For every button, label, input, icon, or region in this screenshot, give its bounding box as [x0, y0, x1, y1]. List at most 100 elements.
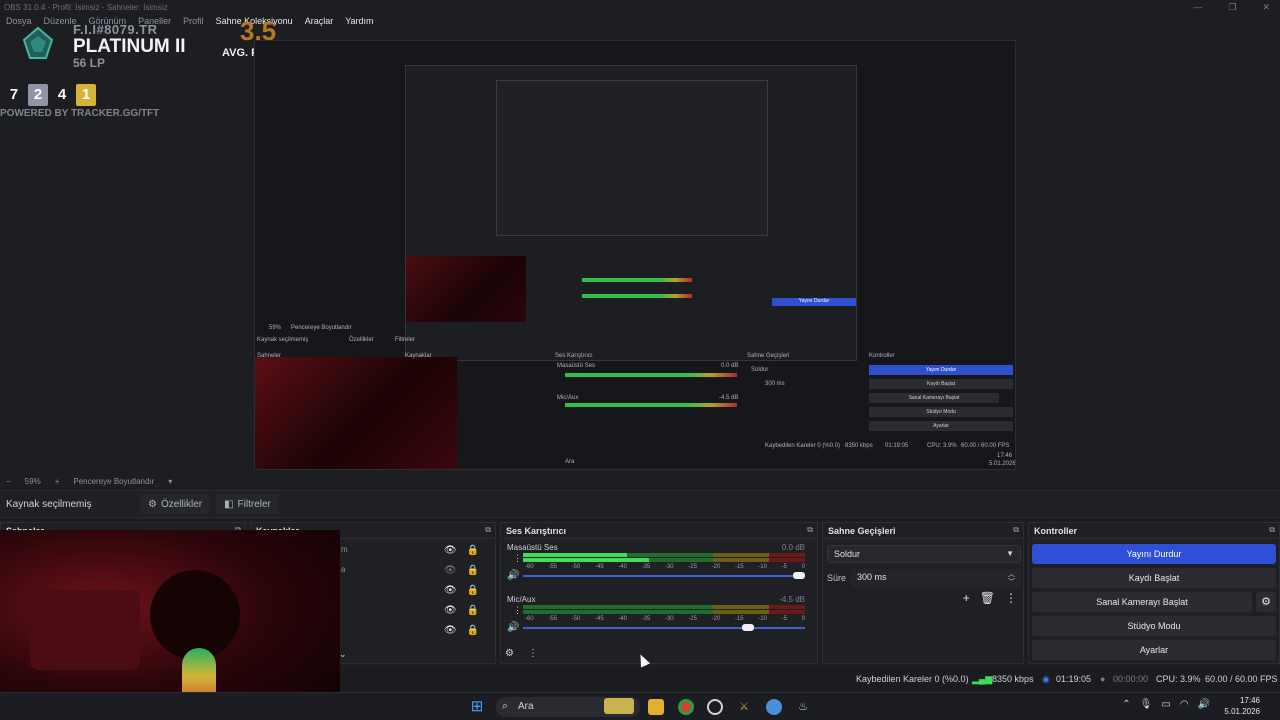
virtual-camera-settings-gear-icon[interactable]: ⚙	[1256, 592, 1276, 612]
minimize-icon[interactable]: —	[1193, 2, 1202, 13]
preview-duration-label: 300 ms	[765, 381, 785, 387]
scale-tick: -60	[525, 616, 534, 622]
microphone-icon[interactable]: 🎙	[1140, 699, 1153, 710]
advanced-audio-icon[interactable]: ⚙	[505, 648, 514, 659]
channel-menu-icon[interactable]: ⋮	[513, 553, 522, 564]
fit-to-window[interactable]: Pencereye Boyutlandır	[73, 477, 154, 486]
scale-tick: -10	[758, 616, 767, 622]
undock-icon[interactable]: ⧉	[1013, 525, 1019, 535]
preview-canvas[interactable]: Yayını Durdur Kaynak seçilmemiş Özellikl…	[254, 40, 1016, 470]
discord-app-icon[interactable]	[766, 699, 782, 715]
taskbar-search[interactable]: ⌕ Ara	[496, 697, 640, 717]
lock-icon[interactable]: 🔒	[467, 585, 479, 596]
properties-button[interactable]: ⚙ Özellikler	[140, 494, 211, 514]
wifi-icon[interactable]: ◠	[1180, 699, 1189, 710]
powered-by-text: POWERED BY TRACKER.GG/TFT	[0, 108, 160, 119]
preview-clock-time: 17:46	[997, 453, 1013, 459]
source-row-controls: 👁 🔒	[444, 605, 479, 616]
preview-record-button: Kaydı Başlat	[869, 379, 1013, 389]
mixer-channel-desktop: Masaüstü Ses 0.0 dB ⋮ -60 -55 -50 -45 -40 -35…	[507, 543, 811, 591]
preview-status-bitrate: 8350 kbps	[845, 443, 873, 449]
windows-start-icon[interactable]: ⊞	[469, 699, 485, 715]
settings-button[interactable]: Ayarlar	[1032, 640, 1276, 660]
preview-filters-label: Filtreler	[395, 337, 416, 343]
trash-icon[interactable]: 🗑	[980, 591, 995, 605]
volume-slider[interactable]	[523, 627, 805, 629]
scale-tick: 0	[801, 564, 805, 570]
meter-green-active	[523, 558, 649, 562]
search-highlight-icon	[604, 698, 634, 714]
lock-icon[interactable]: 🔒	[467, 625, 479, 636]
scale-tick: -15	[734, 564, 744, 570]
start-recording-button[interactable]: Kaydı Başlat	[1032, 568, 1276, 588]
scale-tick: -35	[641, 616, 651, 622]
eye-icon[interactable]: 👁	[444, 625, 457, 636]
mixer-menu-icon[interactable]: ⋮	[528, 648, 538, 659]
placement-badge: 2	[28, 84, 48, 106]
eye-icon[interactable]: 👁	[444, 605, 457, 616]
chevron-up-icon[interactable]: ⌃	[1122, 699, 1130, 710]
duration-value: 300 ms	[857, 572, 887, 582]
scale-tick: -30	[664, 616, 674, 622]
volume-slider[interactable]	[523, 575, 805, 577]
filters-button[interactable]: ◧ Filtreler	[216, 494, 279, 514]
file-explorer-icon[interactable]	[648, 699, 664, 715]
zoom-out-button[interactable]: −	[6, 477, 11, 486]
duration-input[interactable]: 300 ms ︿ ﹀	[851, 569, 1021, 587]
preview-stop-button: Yayını Durdur	[869, 365, 1013, 375]
preview-sources-label: Kaynaklar	[405, 353, 432, 359]
undock-icon[interactable]: ⧉	[1269, 525, 1275, 535]
close-icon[interactable]: ✕	[1262, 2, 1270, 13]
zoom-in-button[interactable]: +	[55, 477, 60, 486]
chevron-down-icon[interactable]: ⌄	[339, 649, 347, 660]
more-icon[interactable]: ⋮	[1005, 591, 1017, 605]
recent-placements: 7 2 4 1	[4, 84, 96, 106]
eye-icon[interactable]: 👁	[444, 545, 457, 556]
controls-header: Kontroller ⧉	[1029, 523, 1279, 539]
volume-slider-knob[interactable]	[742, 624, 755, 631]
channel-menu-icon[interactable]: ⋮	[513, 605, 522, 616]
undock-icon[interactable]: ⧉	[485, 525, 491, 535]
menu-help[interactable]: Yardım	[345, 16, 373, 32]
stream-status-icon: ◉	[1042, 674, 1050, 684]
obs-icon[interactable]	[707, 699, 723, 715]
volume-icon[interactable]: 🔊	[1198, 699, 1210, 710]
channel-name: Masaüstü Ses	[507, 543, 558, 552]
preview-fade-label: Soldur	[751, 367, 769, 373]
nested-preview-deep	[496, 80, 768, 236]
source-row-controls: 👁 🔒	[444, 585, 479, 596]
studio-mode-button[interactable]: Stüdyo Modu	[1032, 616, 1276, 636]
scale-tick: -25	[688, 564, 697, 570]
chrome-icon[interactable]	[678, 699, 694, 715]
system-tray: ⌃ 🎙 ▭ ◠ 🔊	[1122, 699, 1210, 710]
channel-db: 0.0 dB	[781, 543, 805, 552]
no-source-selected: Kaynak seçilmemiş	[6, 498, 92, 510]
system-clock[interactable]: 17:46 5.01.2026	[1224, 695, 1260, 717]
spin-down-icon[interactable]: ﹀	[1008, 577, 1015, 587]
speaker-icon[interactable]: 🔊	[507, 622, 519, 633]
steam-icon[interactable]: ♨	[795, 699, 811, 715]
volume-slider-knob[interactable]	[793, 572, 805, 579]
undock-icon[interactable]: ⧉	[807, 525, 813, 535]
transitions-title: Sahne Geçişleri	[828, 526, 896, 536]
lock-icon[interactable]: 🔒	[467, 565, 479, 576]
stop-streaming-button[interactable]: Yayını Durdur	[1032, 544, 1276, 564]
transition-select[interactable]: Soldur ▼	[827, 545, 1021, 563]
chevron-down-icon[interactable]: ▾	[168, 477, 172, 486]
add-icon[interactable]: +	[963, 591, 970, 605]
lock-icon[interactable]: 🔒	[467, 605, 479, 616]
start-virtual-camera-button[interactable]: Sanal Kamerayı Başlat	[1032, 592, 1252, 612]
source-toolbar: Kaynak seçilmemiş ⚙ Özellikler ◧ Filtrel…	[0, 490, 1280, 518]
mixer-footer: ⚙ ⋮	[505, 648, 538, 659]
fps: 60.00 / 60.00 FPS	[1205, 674, 1278, 684]
maximize-icon[interactable]: ❐	[1228, 2, 1236, 13]
eye-hidden-icon[interactable]: 👁	[444, 565, 457, 576]
lock-icon[interactable]: 🔒	[467, 545, 479, 556]
eye-icon[interactable]: 👁	[444, 585, 457, 596]
preview-vcam-button: Sanal Kamerayı Başlat	[869, 393, 999, 403]
meter-green	[523, 610, 713, 614]
speaker-icon[interactable]: 🔊	[507, 570, 519, 581]
source-row-controls: 👁 🔒	[444, 625, 479, 636]
league-client-icon[interactable]: ⚔	[736, 699, 752, 715]
network-icon[interactable]: ▭	[1161, 699, 1170, 710]
